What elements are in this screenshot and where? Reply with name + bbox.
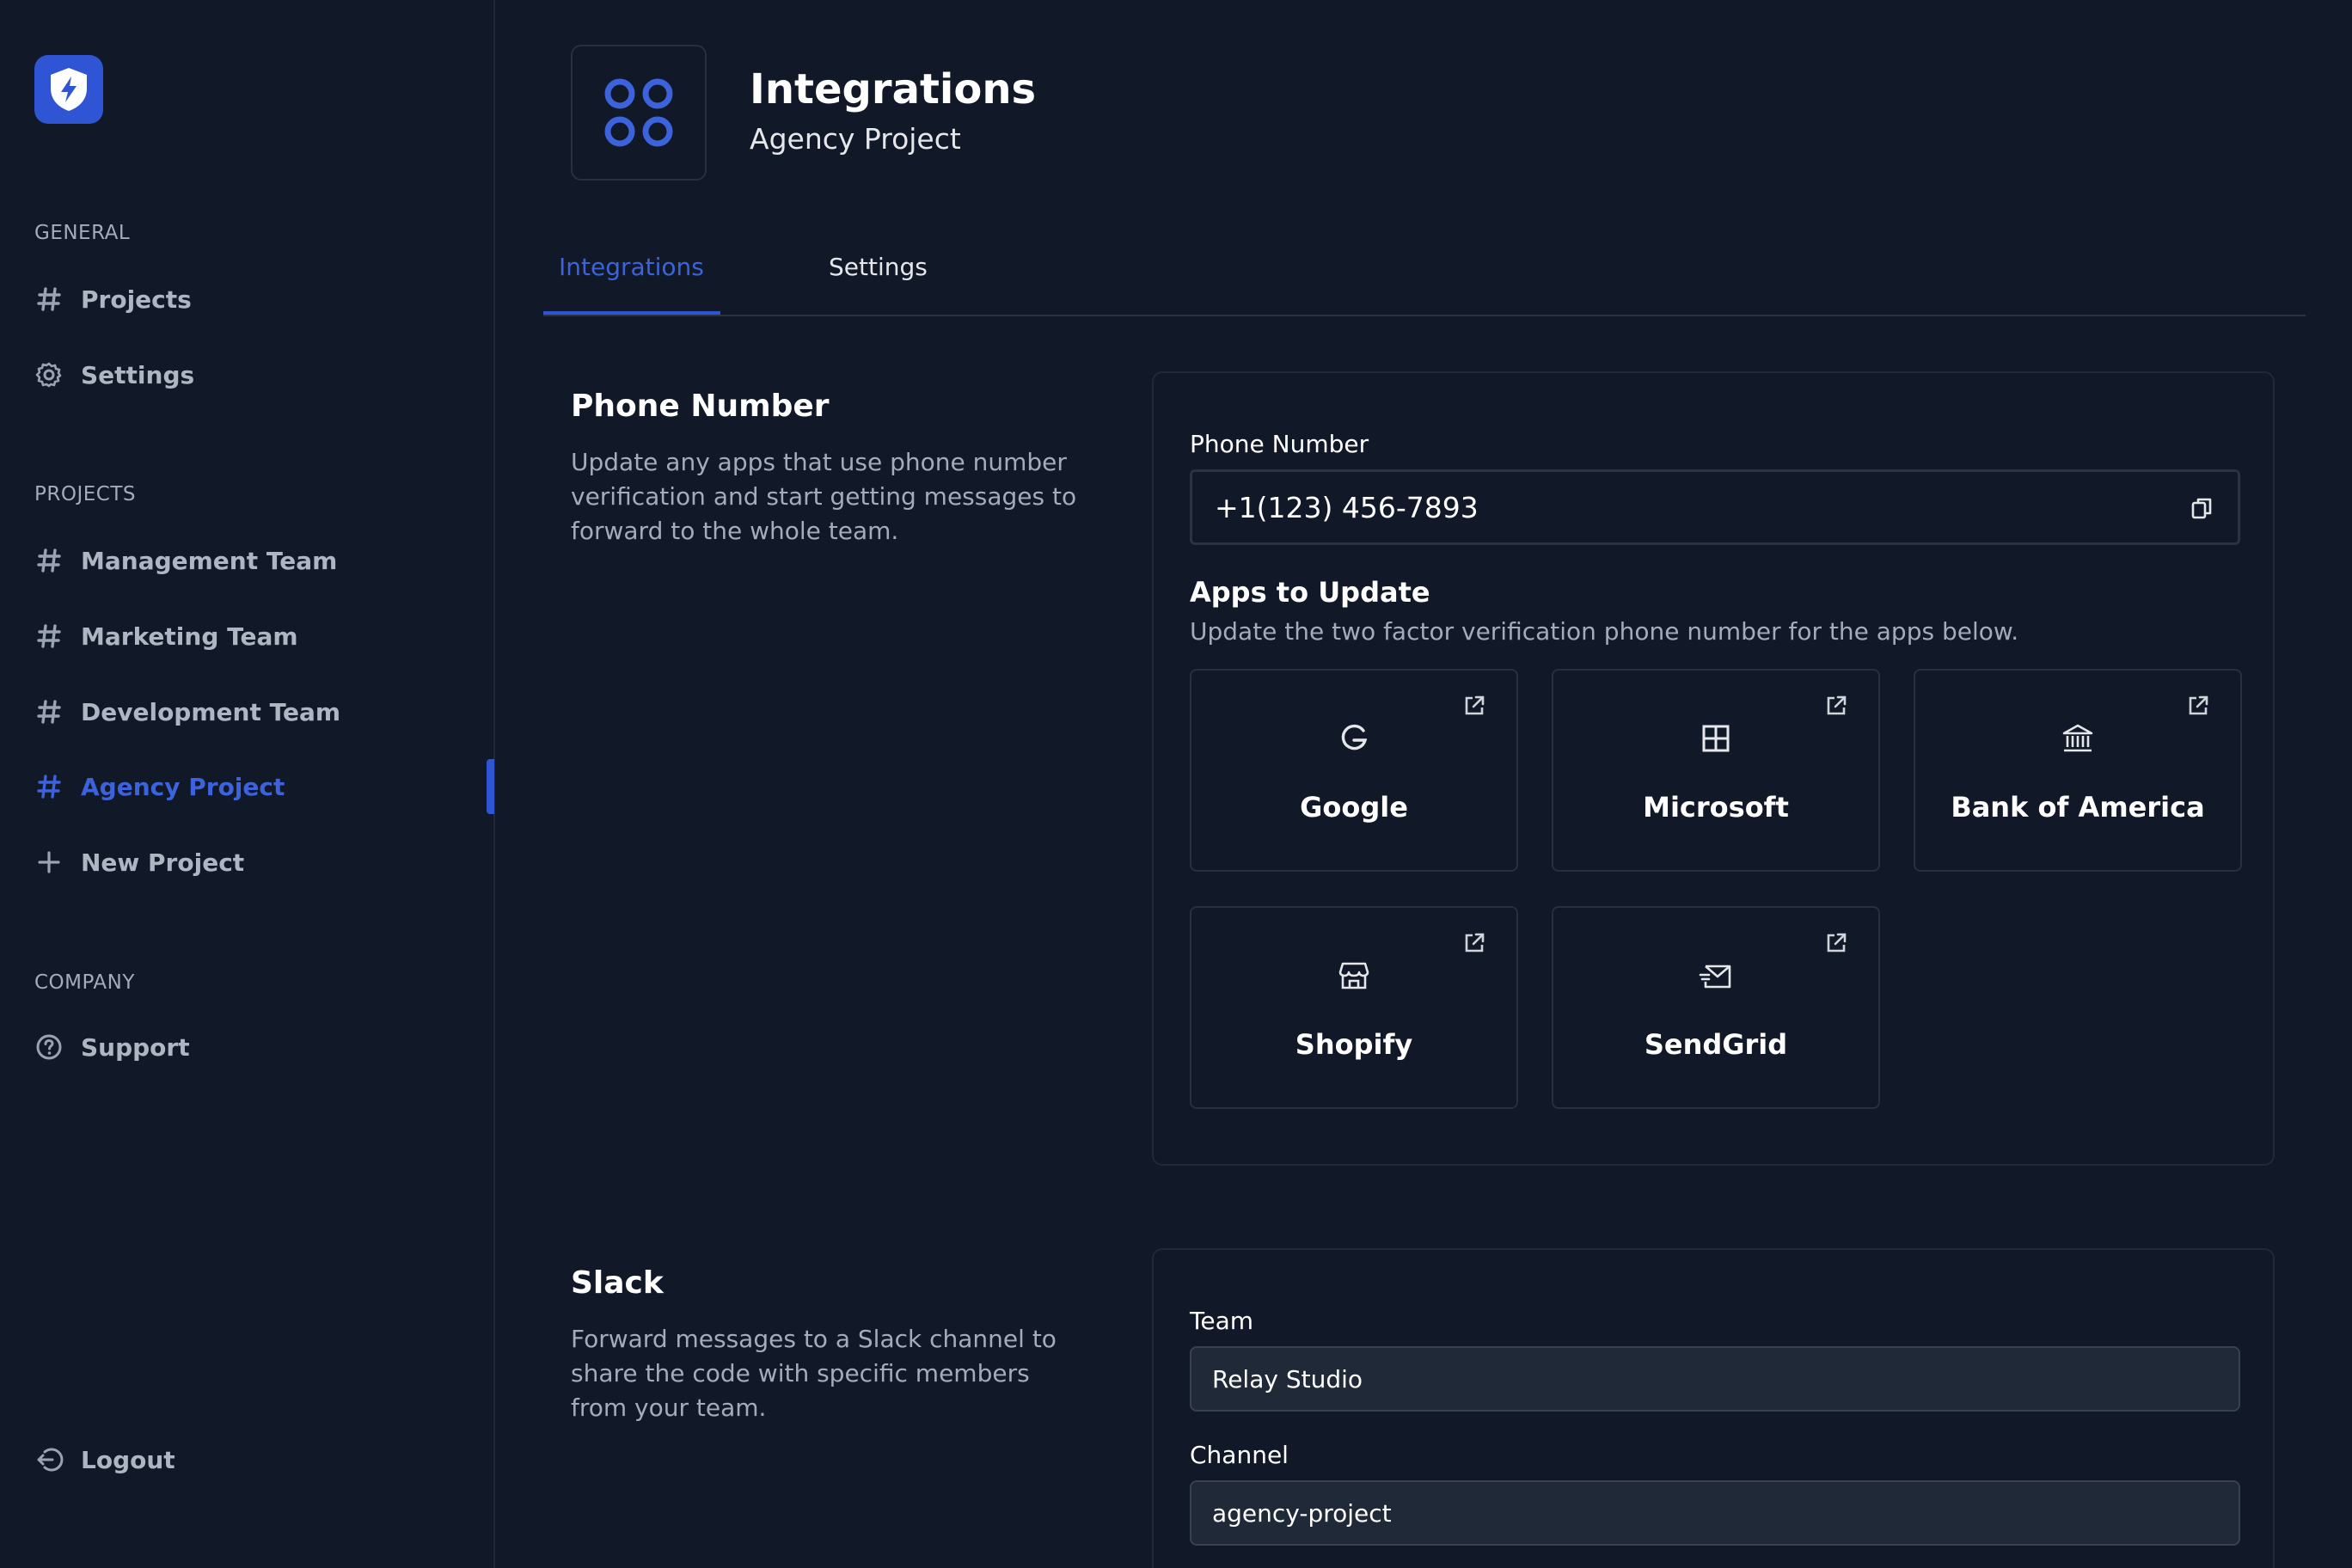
team-field[interactable]: Relay Studio: [1190, 1346, 2240, 1412]
app-logo[interactable]: [34, 55, 103, 124]
sidebar-item-label: Settings: [81, 360, 195, 389]
phone-number-field[interactable]: +1(123) 456-7893: [1190, 469, 2240, 545]
gear-icon: [34, 360, 64, 389]
apps-to-update-description: Update the two factor verification phone…: [1190, 617, 2019, 646]
page-title: Integrations: [750, 65, 1037, 113]
app-tile-microsoft[interactable]: Microsoft: [1552, 669, 1880, 872]
mail-send-icon: [1698, 958, 1734, 994]
app-name: SendGrid: [1644, 1028, 1788, 1061]
company-section-label: COMPANY: [34, 971, 135, 994]
phone-section-description: Update any apps that use phone number ve…: [571, 448, 1077, 545]
sidebar-item-new-project[interactable]: New Project: [34, 836, 481, 888]
app-tile-shopify[interactable]: Shopify: [1190, 906, 1518, 1109]
tab-integrations[interactable]: Integrations: [559, 253, 704, 281]
sidebar-item-settings[interactable]: Settings: [34, 349, 481, 401]
header-icon-box: [571, 45, 707, 181]
sidebar-item-label: Marketing Team: [81, 622, 298, 651]
external-link-icon: [1461, 930, 1487, 956]
logout-label: Logout: [81, 1445, 175, 1474]
channel-field[interactable]: agency-project: [1190, 1480, 2240, 1546]
phone-card: Phone Number +1(123) 456-7893 Apps to Up…: [1152, 371, 2275, 1166]
plus-icon: [34, 848, 64, 877]
sidebar-item-label: Support: [81, 1032, 190, 1062]
sidebar-item-support[interactable]: Support: [34, 1021, 481, 1073]
sidebar-item-label: Agency Project: [81, 772, 285, 801]
sidebar-item-label: Projects: [81, 285, 192, 314]
sidebar: GENERAL Projects Settings PROJECTS Manag…: [0, 0, 495, 1568]
phone-number-value: +1(123) 456-7893: [1215, 490, 1479, 524]
channel-field-label: Channel: [1190, 1441, 1289, 1469]
slack-section-description: Forward messages to a Slack channel to s…: [571, 1325, 1057, 1422]
app-tile-sendgrid[interactable]: SendGrid: [1552, 906, 1880, 1109]
hash-icon: [34, 285, 64, 314]
channel-field-value: agency-project: [1212, 1498, 1392, 1528]
app-tile-bank-of-america[interactable]: Bank of America: [1914, 669, 2242, 872]
sidebar-item-label: Development Team: [81, 697, 341, 726]
sidebar-item-development-team[interactable]: Development Team: [34, 686, 481, 738]
help-circle-icon: [34, 1032, 64, 1062]
sidebar-item-agency-project[interactable]: Agency Project: [34, 761, 481, 812]
app-name: Google: [1300, 791, 1408, 824]
sidebar-item-projects[interactable]: Projects: [34, 273, 481, 325]
apps-to-update-title: Apps to Update: [1190, 576, 1430, 609]
external-link-icon: [2185, 693, 2211, 719]
team-field-value: Relay Studio: [1212, 1364, 1363, 1393]
integrations-icon: [604, 78, 673, 147]
hash-icon: [34, 622, 64, 651]
active-tab-underline: [543, 311, 720, 315]
app-name: Bank of America: [1951, 791, 2205, 824]
bank-icon: [2060, 720, 2096, 756]
google-icon: [1336, 720, 1372, 756]
store-icon: [1336, 958, 1372, 994]
team-field-label: Team: [1190, 1307, 1254, 1335]
sidebar-item-label: New Project: [81, 848, 245, 877]
shield-bolt-icon: [51, 68, 87, 111]
sidebar-item-management-team[interactable]: Management Team: [34, 535, 481, 586]
app-tile-google[interactable]: Google: [1190, 669, 1518, 872]
app-window: GENERAL Projects Settings PROJECTS Manag…: [0, 0, 2352, 1568]
projects-section-label: PROJECTS: [34, 483, 136, 505]
hash-icon: [34, 772, 64, 801]
phone-field-label: Phone Number: [1190, 430, 1369, 458]
sidebar-item-marketing-team[interactable]: Marketing Team: [34, 610, 481, 662]
microsoft-icon: [1698, 720, 1734, 756]
slack-card: Team Relay Studio Channel agency-project: [1152, 1248, 2275, 1568]
external-link-icon: [1823, 930, 1849, 956]
tab-bar: Integrations Settings: [543, 230, 2306, 316]
copy-button[interactable]: [2184, 491, 2219, 525]
external-link-icon: [1461, 693, 1487, 719]
external-link-icon: [1823, 693, 1849, 719]
slack-section-title: Slack: [571, 1265, 664, 1301]
general-section-label: GENERAL: [34, 222, 131, 244]
page-subtitle: Agency Project: [750, 122, 961, 156]
hash-icon: [34, 697, 64, 726]
app-name: Shopify: [1295, 1028, 1413, 1061]
main-content: Integrations Agency Project Integrations…: [497, 0, 2352, 1568]
active-indicator: [487, 759, 494, 814]
copy-icon: [2191, 498, 2212, 519]
app-name: Microsoft: [1643, 791, 1789, 824]
logout-icon: [34, 1445, 64, 1474]
tab-settings[interactable]: Settings: [829, 253, 928, 281]
hash-icon: [34, 546, 64, 575]
sidebar-item-label: Management Team: [81, 546, 338, 575]
logout-button[interactable]: Logout: [34, 1434, 481, 1485]
phone-section-title: Phone Number: [571, 389, 830, 424]
